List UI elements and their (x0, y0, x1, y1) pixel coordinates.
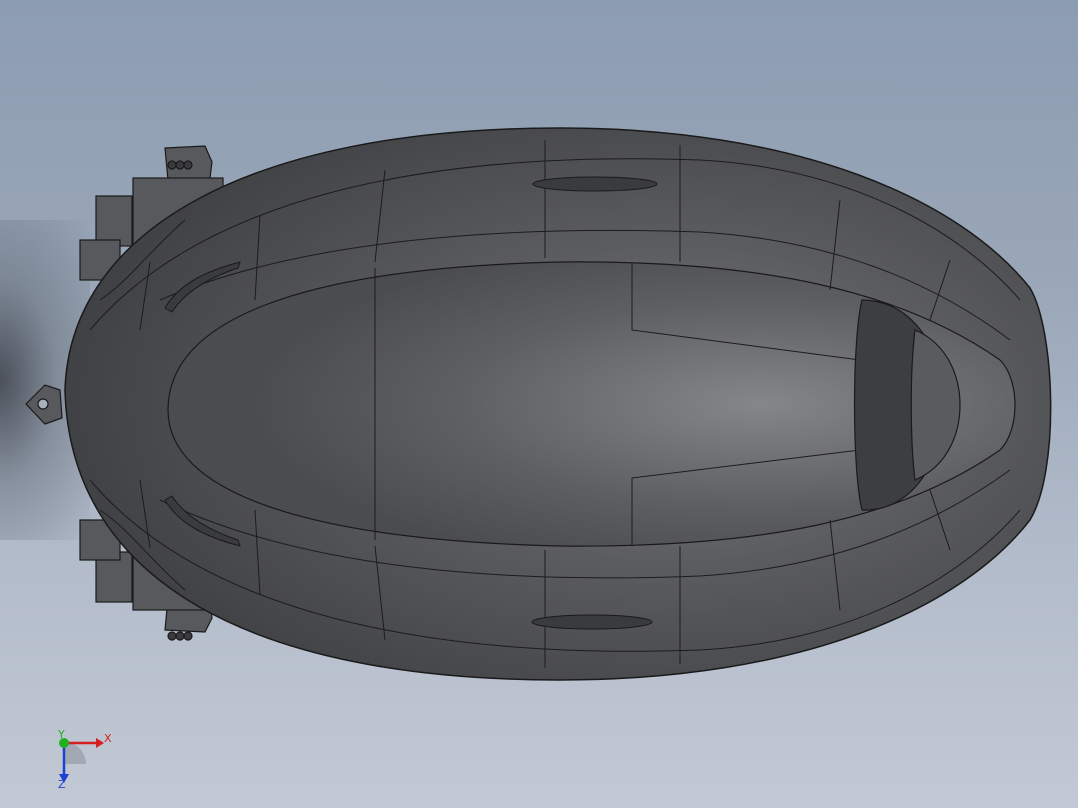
x-axis-label: X (104, 732, 112, 745)
z-axis-label: Z (58, 778, 66, 790)
orientation-triad: X Y Z (57, 728, 112, 790)
graphics-viewport[interactable]: X Y Z (0, 0, 1078, 808)
cad-model[interactable] (0, 0, 1078, 808)
y-axis-label: Y (57, 728, 65, 741)
